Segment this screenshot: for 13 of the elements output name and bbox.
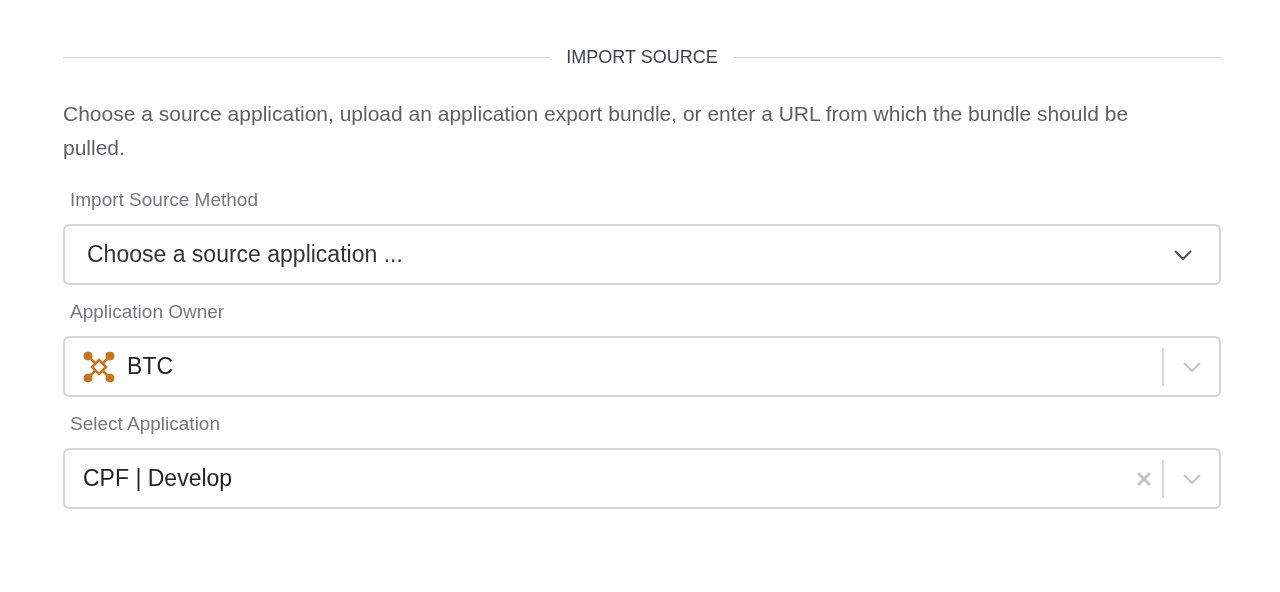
chevron-down-icon [1181,472,1202,485]
network-node-icon [83,350,115,383]
chevron-down-icon [1181,360,1202,373]
close-icon [1136,470,1152,487]
field-label: Select Application [70,412,221,436]
chevron-down-icon [1173,248,1193,261]
field-label: Application Owner [70,300,226,324]
combobox[interactable]: BTC [63,336,1221,397]
description: Choose a source application, upload an application export bundle, or enter a URL from which the bundle should be pulled. [63,101,1130,161]
field-label: Import Source Method [70,188,259,212]
combobox[interactable]: CPF | Develop [63,448,1221,509]
select-dropdown[interactable]: Choose a source application ... [63,224,1221,285]
section-title: IMPORT SOURCE [566,46,718,69]
